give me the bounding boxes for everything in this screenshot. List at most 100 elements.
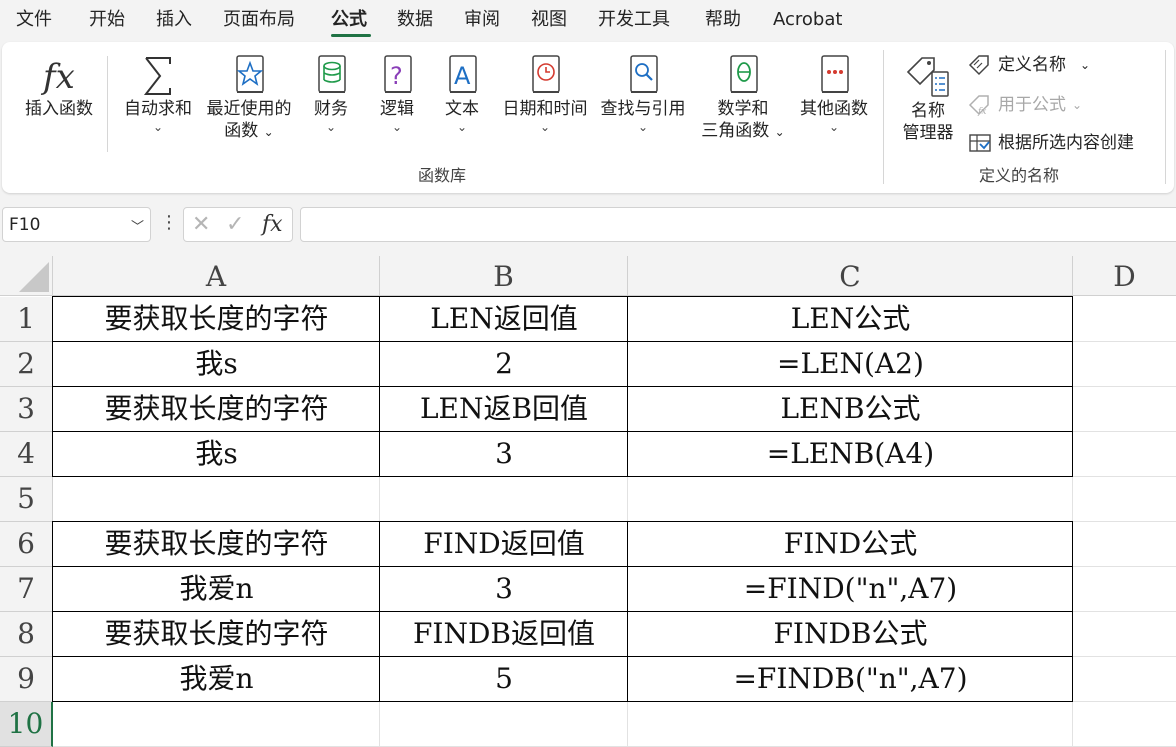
recently-used-button[interactable]: 最近使用的 函数 ⌄ <box>202 54 296 143</box>
autosum-button[interactable]: 自动求和 ⌄ <box>118 54 198 134</box>
row-header-8[interactable]: 8 <box>0 612 53 657</box>
cell-c5[interactable] <box>628 477 1073 522</box>
confirm-icon[interactable]: ✓ <box>226 212 244 238</box>
cell-a4[interactable]: 我s <box>53 432 380 477</box>
text-button[interactable]: A 文本 ⌄ <box>439 54 485 134</box>
cell-c9[interactable]: =FINDB("n",A7) <box>628 657 1073 702</box>
cell-b2[interactable]: 2 <box>380 342 628 387</box>
cell-d3[interactable] <box>1073 387 1176 432</box>
tab-data[interactable]: 数据 <box>397 8 433 32</box>
cell-a5[interactable] <box>53 477 380 522</box>
dots-book-icon <box>821 55 849 93</box>
cell-d9[interactable] <box>1073 657 1176 702</box>
group-label-function-library: 函数库 <box>418 166 467 185</box>
cell-a1[interactable]: 要获取长度的字符 <box>53 297 380 342</box>
cell-c3[interactable]: LENB公式 <box>628 387 1073 432</box>
date-time-button[interactable]: 日期和时间 ⌄ <box>498 54 592 134</box>
cell-border <box>379 521 380 702</box>
cell-b10[interactable] <box>380 702 628 747</box>
cell-a8[interactable]: 要获取长度的字符 <box>53 612 380 657</box>
formula-input[interactable] <box>300 207 1176 242</box>
cell-border <box>627 296 628 477</box>
more-functions-button[interactable]: 其他函数 ⌄ <box>795 54 873 134</box>
cell-b4[interactable]: 3 <box>380 432 628 477</box>
tab-help[interactable]: 帮助 <box>705 8 741 32</box>
cell-c2[interactable]: =LEN(A2) <box>628 342 1073 387</box>
tab-page-layout[interactable]: 页面布局 <box>223 8 295 32</box>
cell-d10[interactable] <box>1073 702 1176 747</box>
logical-button[interactable]: ? 逻辑 ⌄ <box>374 54 420 134</box>
cell-c7[interactable]: =FIND("n",A7) <box>628 567 1073 612</box>
cell-b6[interactable]: FIND返回值 <box>380 522 628 567</box>
column-header-b[interactable]: B <box>380 256 628 296</box>
create-from-selection-button[interactable]: 根据所选内容创建 <box>968 132 1134 154</box>
tab-insert[interactable]: 插入 <box>156 8 192 32</box>
column-header-a[interactable]: A <box>53 256 380 296</box>
column-header-d[interactable]: D <box>1073 256 1176 296</box>
svg-text:fx: fx <box>977 107 986 116</box>
fx-icon[interactable]: fx <box>262 212 283 238</box>
cell-d5[interactable] <box>1073 477 1176 522</box>
cell-a6[interactable]: 要获取长度的字符 <box>53 522 380 567</box>
formula-buttons: ✕ ✓ fx <box>183 207 293 242</box>
cell-border <box>53 296 1073 297</box>
cell-b9[interactable]: 5 <box>380 657 628 702</box>
lookup-reference-button[interactable]: 查找与引用 ⌄ <box>596 54 690 134</box>
row-header-1[interactable]: 1 <box>0 297 53 342</box>
tab-home[interactable]: 开始 <box>89 8 125 32</box>
row-header-9[interactable]: 9 <box>0 657 53 702</box>
cell-d2[interactable] <box>1073 342 1176 387</box>
row-header-4[interactable]: 4 <box>0 432 53 477</box>
row-header-2[interactable]: 2 <box>0 342 53 387</box>
row-header-3[interactable]: 3 <box>0 387 53 432</box>
cell-c4[interactable]: =LENB(A4) <box>628 432 1073 477</box>
tab-view[interactable]: 视图 <box>531 8 567 32</box>
cell-d7[interactable] <box>1073 567 1176 612</box>
cell-b7[interactable]: 3 <box>380 567 628 612</box>
sigma-icon <box>143 57 171 95</box>
define-name-button[interactable]: 定义名称 ⌄ <box>968 54 1090 76</box>
tab-file[interactable]: 文件 <box>16 8 52 32</box>
row-header-5[interactable]: 5 <box>0 477 53 522</box>
cell-c1[interactable]: LEN公式 <box>628 297 1073 342</box>
row-header-7[interactable]: 7 <box>0 567 53 612</box>
tab-acrobat[interactable]: Acrobat <box>773 8 842 32</box>
cell-b1[interactable]: LEN返回值 <box>380 297 628 342</box>
math-trig-button[interactable]: 数学和 三角函数 ⌄ <box>696 54 790 143</box>
cell-a7[interactable]: 我爱n <box>53 567 380 612</box>
cell-d6[interactable] <box>1073 522 1176 567</box>
cell-d4[interactable] <box>1073 432 1176 477</box>
coins-icon <box>318 55 346 93</box>
tab-review[interactable]: 审阅 <box>464 8 500 32</box>
use-in-formula-button[interactable]: fx 用于公式 ⌄ <box>968 94 1082 116</box>
tab-developer[interactable]: 开发工具 <box>598 8 670 32</box>
cell-a2[interactable]: 我s <box>53 342 380 387</box>
fx-icon: fx <box>40 57 75 97</box>
column-header-c[interactable]: C <box>628 256 1073 296</box>
name-box[interactable]: F10 ﹀ <box>2 207 151 242</box>
cell-c6[interactable]: FIND公式 <box>628 522 1073 567</box>
tab-formulas[interactable]: 公式 <box>331 8 367 32</box>
cell-c10[interactable] <box>628 702 1073 747</box>
financial-button[interactable]: 财务 ⌄ <box>308 54 354 134</box>
chevron-down-icon[interactable]: ﹀ <box>131 216 144 235</box>
cell-b8[interactable]: FINDB返回值 <box>380 612 628 657</box>
cell-a10[interactable] <box>53 702 380 747</box>
svg-text:?: ? <box>390 62 403 90</box>
select-all-corner[interactable] <box>0 256 53 296</box>
row-header-6[interactable]: 6 <box>0 522 53 567</box>
insert-function-button[interactable]: fx 插入函数 <box>20 54 98 120</box>
cell-a3[interactable]: 要获取长度的字符 <box>53 387 380 432</box>
cell-a9[interactable]: 我爱n <box>53 657 380 702</box>
cell-b3[interactable]: LEN返B回值 <box>380 387 628 432</box>
cell-d1[interactable] <box>1073 297 1176 342</box>
cell-d8[interactable] <box>1073 612 1176 657</box>
cell-b5[interactable] <box>380 477 628 522</box>
name-manager-button[interactable]: 名称 管理器 <box>896 54 960 144</box>
cell-border <box>52 296 53 477</box>
cell-border <box>52 521 53 702</box>
cell-c8[interactable]: FINDB公式 <box>628 612 1073 657</box>
cancel-icon[interactable]: ✕ <box>192 212 210 238</box>
vertical-dots-icon[interactable]: ⋮ <box>160 212 178 234</box>
row-header-10[interactable]: 10 <box>0 702 53 747</box>
